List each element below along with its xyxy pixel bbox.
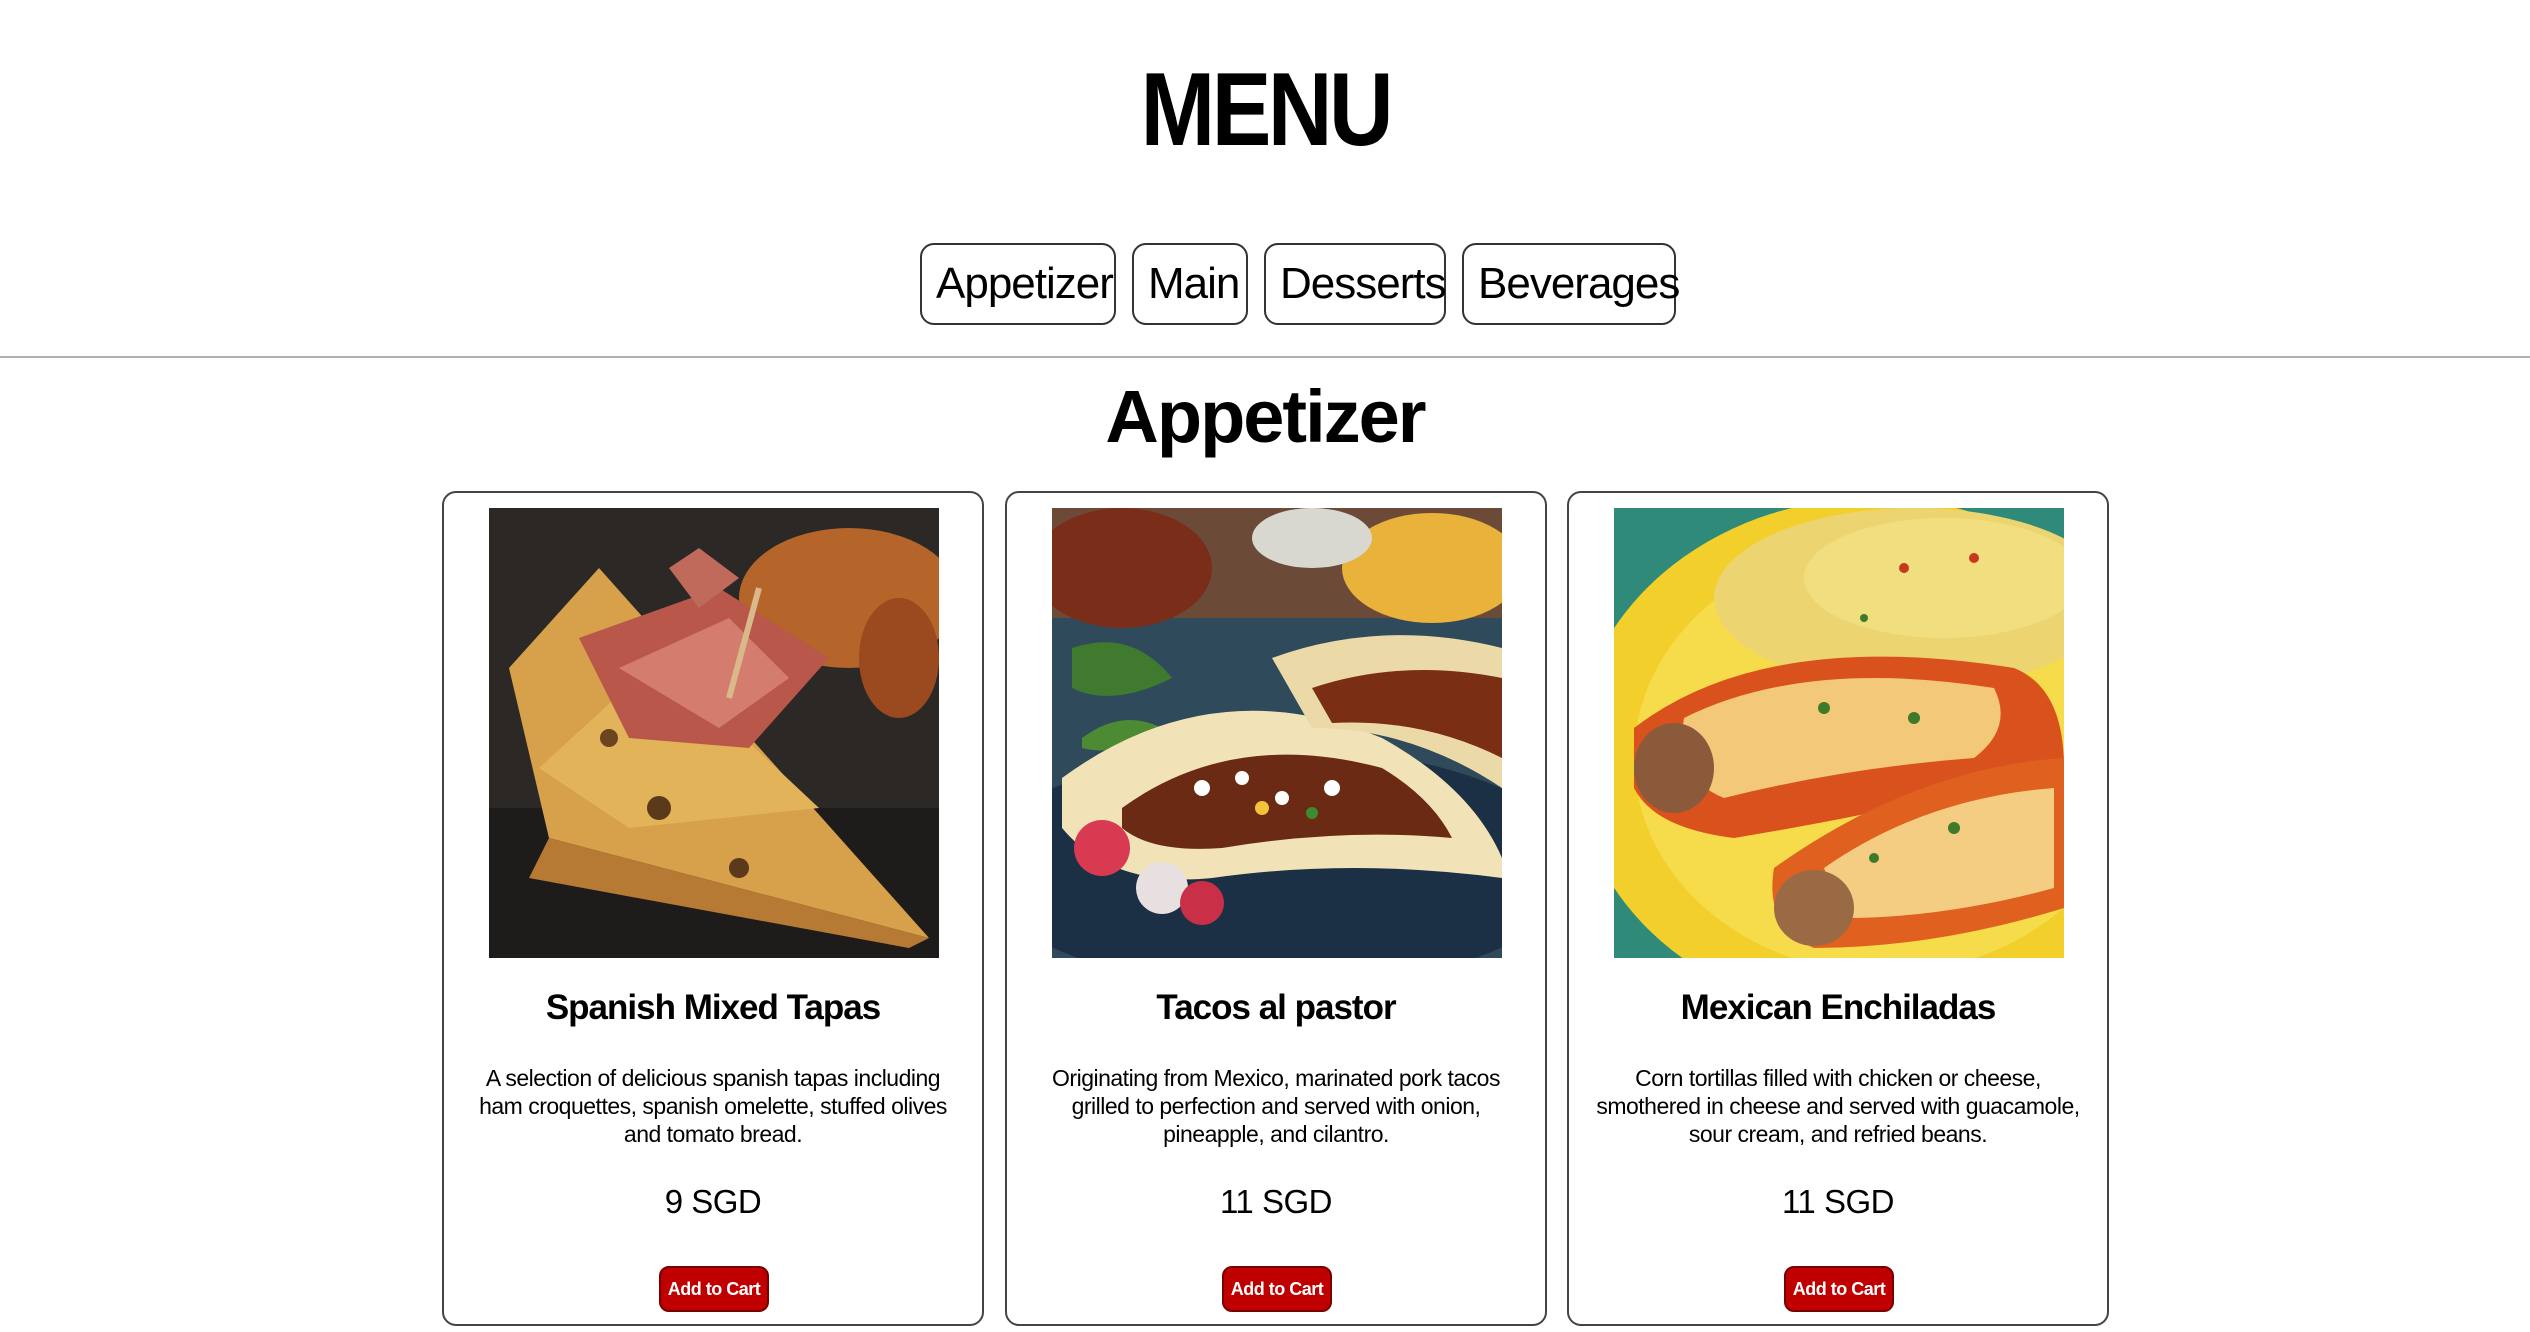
- item-price: 11 SGD: [1220, 1183, 1332, 1220]
- tab-desserts[interactable]: Desserts: [1264, 243, 1447, 325]
- menu-item-card: Mexican Enchiladas Corn tortillas filled…: [1567, 491, 2109, 1326]
- item-description: Corn tortillas filled with chicken or ch…: [1596, 1065, 2080, 1147]
- item-price: 11 SGD: [1782, 1183, 1894, 1220]
- item-price: 9 SGD: [664, 1183, 762, 1220]
- tab-main[interactable]: Main: [1132, 243, 1248, 325]
- add-to-cart-button[interactable]: Add to Cart: [1784, 1266, 1894, 1312]
- tab-appetizer[interactable]: Appetizer: [920, 243, 1116, 325]
- menu-item-card: Tacos al pastor Originating from Mexico,…: [1005, 491, 1547, 1326]
- category-tabs: Appetizer Main Desserts Beverages: [920, 243, 1680, 325]
- item-description: Originating from Mexico, marinated pork …: [1052, 1065, 1500, 1147]
- menu-item-card: Spanish Mixed Tapas A selection of delic…: [442, 491, 984, 1326]
- item-name: Spanish Mixed Tapas: [545, 988, 881, 1027]
- page-title: MENU: [1140, 52, 1394, 168]
- tacos-photo: [1052, 508, 1502, 958]
- tapas-photo: [489, 508, 939, 958]
- tab-beverages[interactable]: Beverages: [1462, 243, 1680, 325]
- divider: [0, 356, 2530, 358]
- enchiladas-photo: [1614, 508, 2064, 958]
- section-title: Appetizer: [1105, 375, 1426, 458]
- add-to-cart-button[interactable]: Add to Cart: [1222, 1266, 1332, 1312]
- item-name: Mexican Enchiladas: [1680, 988, 1997, 1027]
- menu-page: MENU Appetizer Main Desserts Beverages A…: [0, 0, 2530, 1332]
- item-description: A selection of delicious spanish tapas i…: [479, 1065, 947, 1147]
- item-name: Tacos al pastor: [1156, 988, 1396, 1027]
- add-to-cart-button[interactable]: Add to Cart: [659, 1266, 769, 1312]
